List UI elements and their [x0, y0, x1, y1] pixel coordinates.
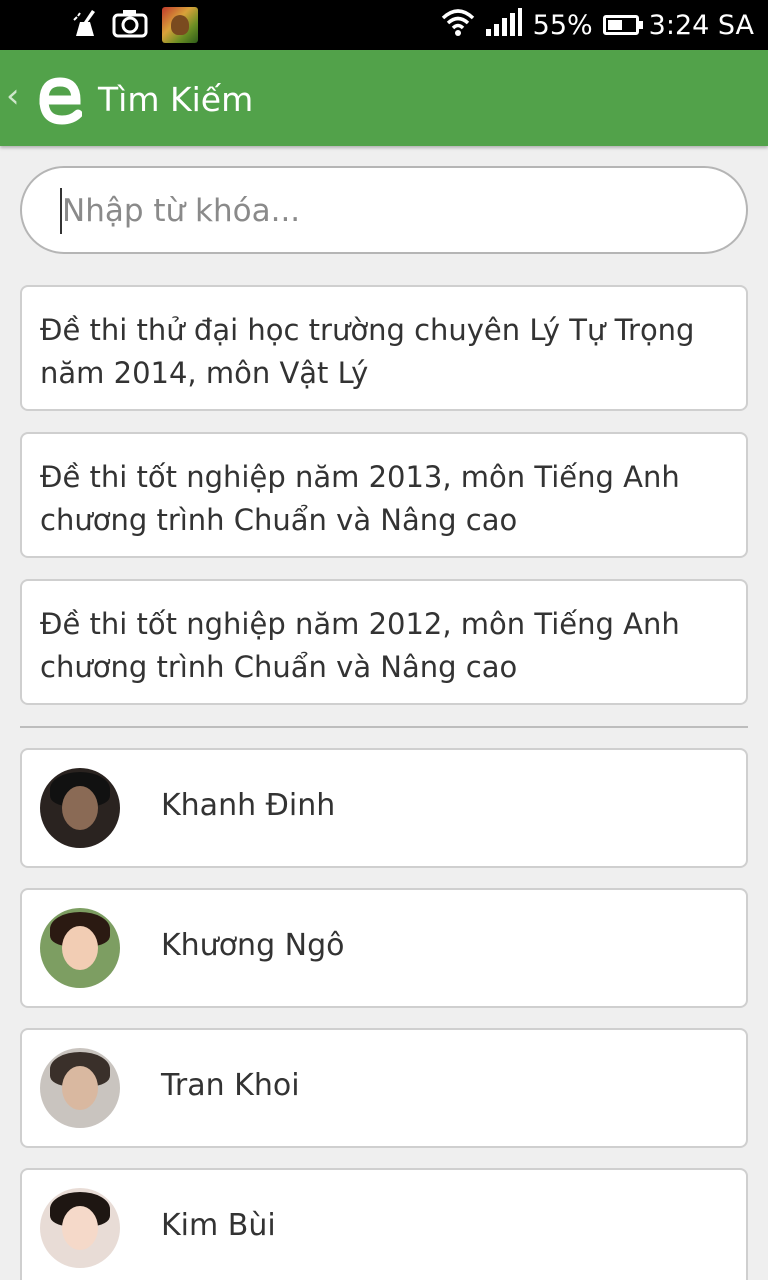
user-result[interactable]: Khương Ngô: [20, 888, 748, 1008]
back-chevron-icon[interactable]: ‹: [6, 76, 20, 116]
search-input[interactable]: [62, 186, 702, 236]
user-name: Kim Bùi: [161, 1208, 276, 1243]
document-result[interactable]: Đề thi tốt nghiệp năm 2013, môn Tiếng An…: [20, 432, 748, 558]
app-bar: ‹ Tìm Kiếm: [0, 50, 768, 146]
system-status: 55% 3:24 SA: [441, 0, 754, 50]
search-box[interactable]: [20, 166, 748, 254]
user-name: Tran Khoi: [161, 1068, 300, 1103]
notification-icons: [72, 7, 198, 43]
status-bar: 55% 3:24 SA: [0, 0, 768, 50]
user-result[interactable]: Tran Khoi: [20, 1028, 748, 1148]
battery-icon: [602, 15, 643, 35]
document-result[interactable]: Đề thi thử đại học trường chuyên Lý Tự T…: [20, 285, 748, 411]
user-result[interactable]: Kim Bùi: [20, 1168, 748, 1280]
battery-percent: 55%: [532, 9, 593, 41]
user-name: Khanh Đinh: [161, 788, 336, 823]
document-title: Đề thi thử đại học trường chuyên Lý Tự T…: [40, 313, 695, 390]
user-name: Khương Ngô: [161, 928, 345, 963]
avatar: [40, 768, 120, 848]
avatar: [40, 908, 120, 988]
section-divider: [20, 726, 748, 728]
document-result[interactable]: Đề thi tốt nghiệp năm 2012, môn Tiếng An…: [20, 579, 748, 705]
clock: 3:24 SA: [648, 9, 754, 41]
avatar: [40, 1048, 120, 1128]
page-title: Tìm Kiếm: [98, 80, 254, 119]
wifi-icon: [441, 8, 475, 43]
signal-icon: [485, 7, 523, 44]
cleaner-icon: [72, 8, 98, 42]
document-title: Đề thi tốt nghiệp năm 2013, môn Tiếng An…: [40, 460, 680, 537]
game-app-icon: [162, 7, 198, 43]
document-title: Đề thi tốt nghiệp năm 2012, môn Tiếng An…: [40, 607, 680, 684]
user-result[interactable]: Khanh Đinh: [20, 748, 748, 868]
camera-icon: [112, 8, 148, 42]
app-logo-icon[interactable]: [36, 70, 83, 126]
avatar: [40, 1188, 120, 1268]
battery-level: [607, 20, 622, 30]
